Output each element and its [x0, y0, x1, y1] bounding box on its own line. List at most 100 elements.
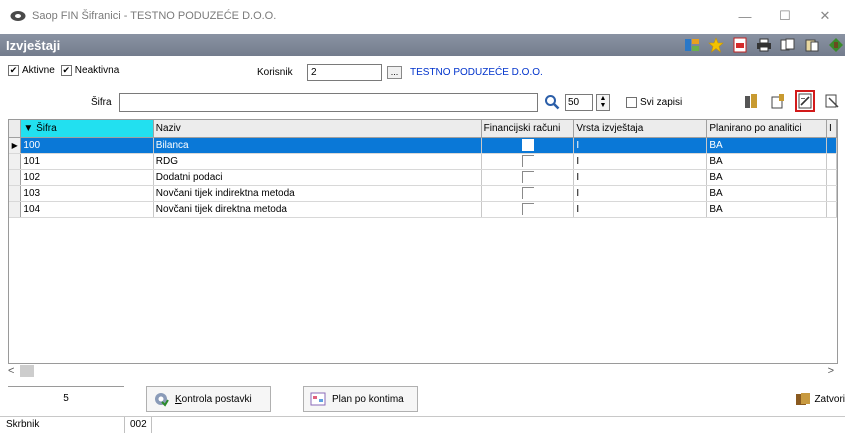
pdf-document-icon[interactable] — [731, 36, 749, 54]
record-toolbar — [741, 90, 842, 112]
window-titlebar: Saop FIN Šifranici - TESTNO PODUZEĆE D.O… — [0, 0, 845, 32]
edit-record-icon[interactable] — [768, 90, 788, 112]
scroll-thumb[interactable] — [20, 365, 35, 377]
record-count-spinner[interactable]: ▲ ▼ — [596, 94, 610, 111]
favorite-star-icon[interactable] — [707, 36, 725, 54]
maximize-button[interactable]: ☐ — [765, 0, 805, 32]
cell-sifra: 101 — [20, 153, 154, 170]
cell-vrsta: I — [573, 153, 708, 170]
cell-extra — [826, 169, 837, 186]
cell-extra — [826, 137, 837, 154]
svi-zapisi-checkbox[interactable] — [626, 97, 637, 108]
korisnik-name: TESTNO PODUZEĆE D.O.O. — [410, 67, 543, 78]
module-title: Izvještaji — [6, 37, 61, 53]
module-header: Izvještaji — [0, 34, 845, 56]
cell-naziv: Novčani tijek indirektna metoda — [153, 185, 482, 202]
print-icon[interactable] — [755, 36, 773, 54]
table-row[interactable]: 101 RDG I BA — [9, 153, 837, 170]
window-controls: — ☐ ✕ — [725, 0, 845, 32]
table-row[interactable]: 102 Dodatni podaci I BA — [9, 169, 837, 186]
column-header-vrsta-izvjestaja[interactable]: Vrsta izvještaja — [573, 120, 708, 138]
cell-financijski-racuni[interactable] — [481, 201, 575, 218]
cell-financijski-racuni[interactable] — [481, 153, 575, 170]
delete-record-icon[interactable] — [822, 90, 842, 112]
cell-naziv: Novčani tijek direktna metoda — [153, 201, 482, 218]
cell-vrsta: I — [573, 169, 708, 186]
cell-vrsta: I — [573, 137, 708, 154]
record-count-input[interactable]: 50 — [565, 94, 593, 111]
korisnik-lookup-button[interactable]: ... — [387, 66, 402, 79]
cell-sifra: 100 — [20, 137, 154, 154]
table-row[interactable]: 103 Novčani tijek indirektna metoda I BA — [9, 185, 837, 202]
cell-financijski-racuni[interactable] — [481, 137, 575, 154]
financijski-racuni-checkbox[interactable] — [521, 171, 534, 183]
korisnik-label: Korisnik — [257, 67, 293, 78]
row-indicator: ▶ — [9, 137, 22, 154]
row-indicator — [9, 153, 22, 170]
table-row[interactable]: ▶ 100 Bilanca I BA — [9, 137, 837, 154]
column-header-extra[interactable]: I — [826, 120, 837, 138]
status-code: 002 — [125, 416, 152, 433]
kontrola-postavki-label: Kontrola postavki — [175, 393, 252, 405]
report-edit-icon[interactable] — [795, 90, 815, 112]
paste-icon[interactable] — [803, 36, 821, 54]
cell-vrsta: I — [573, 201, 708, 218]
neaktivna-checkbox[interactable]: ✔ — [60, 65, 72, 76]
close-door-icon — [795, 392, 811, 406]
window-title: Saop FIN Šifranici - TESTNO PODUZEĆE D.O… — [32, 10, 277, 22]
cell-financijski-racuni[interactable] — [481, 169, 575, 186]
new-record-icon[interactable] — [741, 90, 761, 112]
cell-extra — [826, 153, 837, 170]
search-icon[interactable] — [544, 94, 560, 110]
korisnik-input[interactable]: 2 — [307, 64, 382, 81]
cell-extra — [826, 201, 837, 218]
status-user-label: Skrbnik — [0, 416, 125, 433]
scroll-right-icon[interactable]: > — [828, 365, 834, 377]
row-indicator — [9, 185, 22, 202]
cell-planirano: BA — [706, 153, 827, 170]
financijski-racuni-checkbox[interactable] — [521, 187, 534, 199]
status-filters: ✔ Aktivne ✔ Neaktivna — [8, 65, 125, 76]
plan-po-kontima-button[interactable]: Plan po kontima — [303, 386, 418, 412]
status-bar: Skrbnik 002 — [0, 416, 845, 433]
aktivne-checkbox[interactable]: ✔ — [8, 65, 19, 76]
sifra-search-input[interactable] — [119, 93, 538, 112]
cell-sifra: 102 — [20, 169, 154, 186]
column-header-naziv[interactable]: Naziv — [153, 120, 482, 138]
horizontal-scrollbar[interactable]: < > — [8, 364, 838, 378]
cell-naziv: RDG — [153, 153, 482, 170]
financijski-racuni-checkbox[interactable] — [521, 203, 534, 215]
cell-planirano: BA — [706, 137, 827, 154]
settings-check-icon — [153, 391, 169, 407]
table-row[interactable]: 104 Novčani tijek direktna metoda I BA — [9, 201, 837, 218]
cell-sifra: 103 — [20, 185, 154, 202]
neaktivna-label: Neaktivna — [74, 65, 120, 76]
financijski-racuni-checkbox[interactable] — [521, 139, 534, 151]
column-header-planirano-po-analitici[interactable]: Planirano po analitici — [706, 120, 827, 138]
layout-icon[interactable] — [683, 36, 701, 54]
kontrola-postavki-button[interactable]: Kontrola postavki — [146, 386, 271, 412]
financijski-racuni-checkbox[interactable] — [521, 155, 534, 167]
copy-icon[interactable] — [779, 36, 797, 54]
row-indicator — [9, 201, 22, 218]
cell-sifra: 104 — [20, 201, 154, 218]
minimize-button[interactable]: — — [725, 0, 765, 32]
header-toolbar — [683, 36, 845, 54]
reports-table: ▼ Šifra Naziv Financijski računi Vrsta i… — [8, 119, 838, 364]
svi-zapisi-label: Svi zapisi — [640, 97, 683, 108]
bottom-toolbar: 5 Kontrola postavki Plan po kontima Zatv… — [0, 384, 845, 414]
row-indicator — [9, 169, 22, 186]
column-header-sifra[interactable]: ▼ Šifra — [20, 120, 154, 138]
table-header-row: ▼ Šifra Naziv Financijski računi Vrsta i… — [9, 120, 837, 138]
aktivne-label: Aktivne — [22, 65, 55, 76]
scroll-left-icon[interactable]: < — [8, 365, 14, 377]
app-logo-icon — [10, 11, 26, 21]
close-button[interactable]: ✕ — [805, 0, 845, 32]
zatvori-button[interactable]: Zatvori — [795, 392, 845, 406]
exit-icon[interactable] — [827, 36, 845, 54]
row-indicator-header — [9, 120, 22, 138]
cell-financijski-racuni[interactable] — [481, 185, 575, 202]
column-header-financijski-racuni[interactable]: Financijski računi — [481, 120, 575, 138]
svi-zapisi-option: Svi zapisi — [626, 97, 688, 108]
cell-planirano: BA — [706, 185, 827, 202]
